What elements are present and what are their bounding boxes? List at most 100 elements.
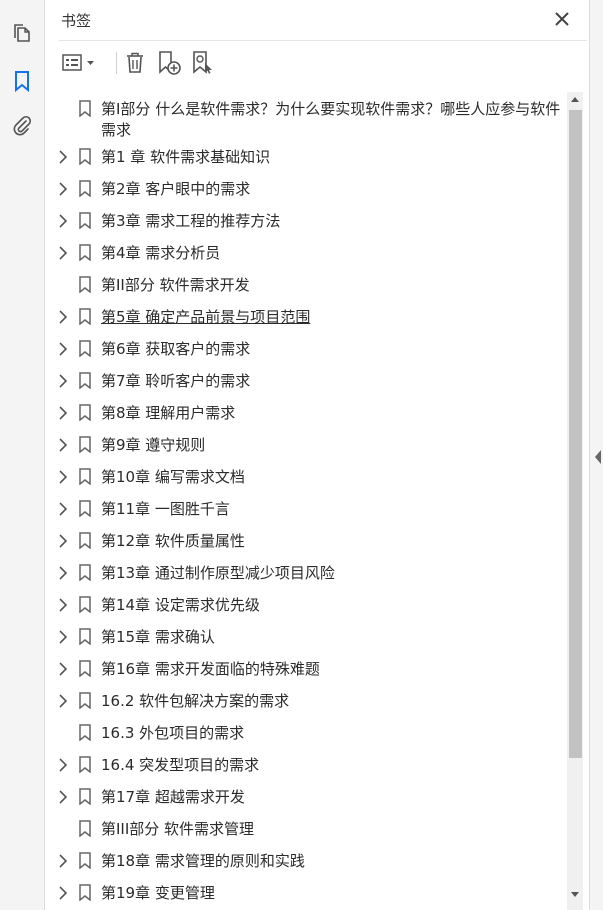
bookmark-item[interactable]: 第2章 客户眼中的需求 (45, 174, 567, 202)
bookmark-item[interactable]: 第5章 确定产品前景与项目范围 (45, 302, 567, 330)
chevron-right-icon[interactable] (58, 246, 68, 260)
bookmark-icon (79, 660, 91, 677)
bookmark-item[interactable]: 第13章 通过制作原型减少项目风险 (45, 558, 567, 586)
close-icon[interactable] (553, 10, 571, 28)
bookmark-label: 第I部分 什么是软件需求？为什么要实现软件需求？哪些人应参与软件需求 (101, 100, 561, 139)
bookmark-icon (79, 180, 91, 197)
chevron-right-icon[interactable] (58, 470, 68, 484)
bookmark-icon (79, 212, 91, 229)
bookmark-label: 第11章 一图胜千言 (101, 500, 230, 518)
bookmark-item[interactable]: 16.4 突发型项目的需求 (45, 750, 567, 778)
bookmark-icon (79, 468, 91, 485)
chevron-right-icon[interactable] (58, 438, 68, 452)
left-rail (0, 0, 45, 910)
bookmark-label: 第9章 遵守规则 (101, 436, 206, 454)
scrollbar-thumb[interactable] (569, 110, 582, 758)
bookmark-label: 第12章 软件质量属性 (101, 532, 245, 550)
bookmark-icon (79, 340, 91, 357)
bookmark-label: 第14章 设定需求优先级 (101, 596, 260, 614)
bookmark-item[interactable]: 第II部分 软件需求开发 (45, 270, 567, 298)
bookmark-label: 第19章 变更管理 (101, 884, 215, 902)
chevron-right-icon[interactable] (58, 342, 68, 356)
bookmark-label: 16.4 突发型项目的需求 (101, 756, 260, 774)
chevron-right-icon[interactable] (58, 502, 68, 516)
scroll-up-icon[interactable] (571, 96, 579, 102)
bookmark-tree: 第I部分 什么是软件需求？为什么要实现软件需求？哪些人应参与软件需求第1 章 软… (45, 92, 567, 910)
bookmark-icon (79, 884, 91, 901)
vertical-scrollbar[interactable] (567, 92, 583, 910)
bookmark-item[interactable]: 第3章 需求工程的推荐方法 (45, 206, 567, 234)
bookmark-item[interactable]: 第11章 一图胜千言 (45, 494, 567, 522)
bookmark-label: 第1 章 软件需求基础知识 (101, 148, 271, 166)
chevron-right-icon[interactable] (58, 790, 68, 804)
bookmark-item[interactable]: 第15章 需求确认 (45, 622, 567, 650)
bookmark-label: 16.3 外包项目的需求 (101, 724, 245, 742)
bookmark-item[interactable]: 第8章 理解用户需求 (45, 398, 567, 426)
bookmark-item[interactable]: 第I部分 什么是软件需求？为什么要实现软件需求？哪些人应参与软件需求 (45, 94, 567, 142)
chevron-right-icon[interactable] (58, 150, 68, 164)
chevron-right-icon[interactable] (58, 630, 68, 644)
bookmark-label: 第6章 获取客户的需求 (101, 340, 251, 358)
bookmark-item[interactable]: 第19章 变更管理 (45, 878, 567, 906)
chevron-right-icon[interactable] (58, 598, 68, 612)
bookmark-icon (79, 852, 91, 869)
chevron-right-icon[interactable] (58, 694, 68, 708)
new-bookmark-from-structure-icon[interactable] (189, 50, 217, 76)
bookmark-item[interactable]: 第16章 需求开发面临的特殊难题 (45, 654, 567, 682)
chevron-right-icon[interactable] (58, 182, 68, 196)
chevron-right-icon[interactable] (58, 374, 68, 388)
bookmark-item[interactable]: 第18章 需求管理的原则和实践 (45, 846, 567, 874)
bookmark-icon (79, 436, 91, 453)
bookmark-icon (79, 820, 91, 837)
chevron-right-icon[interactable] (58, 406, 68, 420)
bookmark-label: 16.2 软件包解决方案的需求 (101, 692, 290, 710)
bookmarks-icon[interactable] (8, 67, 36, 95)
bookmark-label: 第II部分 软件需求开发 (101, 276, 250, 294)
bookmark-label: 第16章 需求开发面临的特殊难题 (101, 660, 320, 678)
bookmark-item[interactable]: 第17章 超越需求开发 (45, 782, 567, 810)
scroll-down-icon[interactable] (571, 892, 579, 898)
pages-icon[interactable] (8, 20, 36, 48)
bookmark-icon (79, 308, 91, 325)
bookmark-item[interactable]: 16.2 软件包解决方案的需求 (45, 686, 567, 714)
bookmark-label: 第III部分 软件需求管理 (101, 820, 255, 838)
collapse-panel-icon[interactable] (594, 450, 602, 464)
bookmark-item[interactable]: 第4章 需求分析员 (45, 238, 567, 266)
bookmark-item[interactable]: 第6章 获取客户的需求 (45, 334, 567, 362)
chevron-right-icon[interactable] (58, 662, 68, 676)
title-divider (59, 40, 587, 41)
bookmark-label: 第8章 理解用户需求 (101, 404, 236, 422)
bookmark-item[interactable]: 第III部分 软件需求管理 (45, 814, 567, 842)
chevron-right-icon[interactable] (58, 854, 68, 868)
new-bookmark-icon[interactable] (155, 50, 183, 76)
bookmark-item[interactable]: 第14章 设定需求优先级 (45, 590, 567, 618)
chevron-right-icon[interactable] (58, 566, 68, 580)
bookmark-icon (79, 564, 91, 581)
attachments-icon[interactable] (8, 112, 36, 140)
bookmark-item[interactable]: 第12章 软件质量属性 (45, 526, 567, 554)
chevron-right-icon[interactable] (58, 886, 68, 900)
chevron-right-icon[interactable] (58, 534, 68, 548)
chevron-right-icon[interactable] (58, 758, 68, 772)
bookmark-icon (79, 756, 91, 773)
bookmark-icon (79, 404, 91, 421)
bookmark-label: 第5章 确定产品前景与项目范围 (101, 308, 311, 326)
chevron-right-icon[interactable] (58, 310, 68, 324)
bookmark-label: 第4章 需求分析员 (101, 244, 221, 262)
bookmark-icon (79, 628, 91, 645)
bookmarks-toolbar (59, 48, 259, 78)
bookmark-item[interactable]: 第1 章 软件需求基础知识 (45, 142, 567, 170)
bookmark-label: 第7章 聆听客户的需求 (101, 372, 251, 390)
bookmark-label: 第15章 需求确认 (101, 628, 215, 646)
delete-icon[interactable] (122, 50, 148, 76)
bookmark-item[interactable]: 第7章 聆听客户的需求 (45, 366, 567, 394)
bookmark-item[interactable]: 第10章 编写需求文档 (45, 462, 567, 490)
bookmark-icon (79, 148, 91, 165)
chevron-right-icon[interactable] (58, 214, 68, 228)
bookmark-icon (79, 788, 91, 805)
bookmark-item[interactable]: 16.3 外包项目的需求 (45, 718, 567, 746)
panel-title: 书签 (61, 12, 92, 30)
options-menu-icon[interactable] (61, 50, 99, 76)
bookmark-label: 第2章 客户眼中的需求 (101, 180, 251, 198)
bookmark-item[interactable]: 第9章 遵守规则 (45, 430, 567, 458)
